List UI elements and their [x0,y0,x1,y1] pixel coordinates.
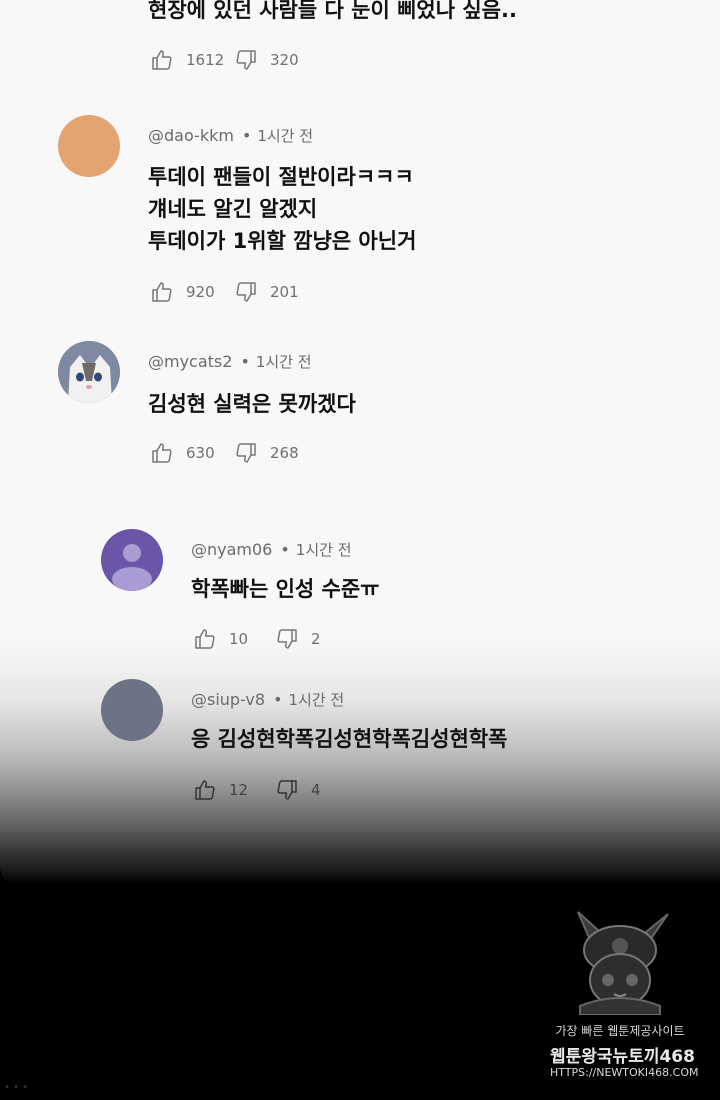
user-handle[interactable]: @mycats2 [148,352,232,371]
avatar[interactable] [58,341,120,403]
comment-text: 학폭빠는 인성 수준ㅠ [191,573,380,605]
avatar[interactable] [101,529,163,591]
comment-meta: @siup-v8 • 1시간 전 [191,690,345,709]
comment-line: 투데이가 1위할 깜냥은 아닌거 [148,229,417,253]
comment-line: 학폭빠는 인성 수준ㅠ [191,577,380,601]
like-count: 630 [186,444,215,462]
watermark-tagline: 가장 빠른 웹툰제공사이트 [555,1024,685,1038]
thumbs-up-icon [195,629,215,649]
page-dots: • • • [4,1082,29,1093]
dislike-count: 320 [270,51,299,69]
comment-line: 투데이 팬들이 절반이라ㅋㅋㅋ [148,165,414,189]
like-count: 1612 [186,51,225,69]
thumbs-up-icon [152,282,172,302]
comment-meta: @nyam06 • 1시간 전 [191,540,352,559]
user-handle[interactable]: @siup-v8 [191,690,265,709]
thumbs-up-icon [152,443,172,463]
thumbs-down-icon [236,443,256,463]
thumbs-up-icon [195,780,215,800]
thumbs-down-icon [236,282,256,302]
comment-line: 김성현 실력은 못까겠다 [148,392,356,416]
comment-text: 김성현 실력은 못까겠다 [148,388,356,420]
timestamp: 1시간 전 [255,353,312,371]
thumbs-down-icon [277,780,297,800]
comment-text: 투데이 팬들이 절반이라ㅋㅋㅋ 걔네도 알긴 알겠지 투데이가 1위할 깜냥은 … [148,161,416,257]
watermark-url: HTTPS://NEWTOKI468.COM [550,1066,699,1079]
comment-line: 응 김성현학폭김성현학폭김성현학폭 [191,727,508,751]
like-count: 12 [229,781,249,799]
thumbs-down-icon [277,629,297,649]
watermark-brand: 웹툰왕국뉴토끼468 [550,1047,695,1067]
avatar[interactable] [58,115,120,177]
timestamp: 1시간 전 [257,127,314,145]
user-handle[interactable]: @dao-kkm [148,126,234,145]
comment-meta: @mycats2 • 1시간 전 [148,352,312,371]
rabbit-mascot-logo [577,911,669,1015]
comment-meta: @dao-kkm • 1시간 전 [148,126,314,145]
watermark: 가장 빠른 웹툰제공사이트 웹툰왕국뉴토끼468 HTTPS://NEWTOKI… [550,910,699,1090]
dislike-count: 268 [270,444,299,462]
like-count: 920 [186,283,215,301]
like-count: 10 [229,630,249,648]
comment-line: 걔네도 알긴 알겠지 [148,197,318,221]
comment-text: 응 김성현학폭김성현학폭김성현학폭 [191,723,507,755]
dislike-count: 2 [311,630,321,648]
user-handle[interactable]: @nyam06 [191,540,272,559]
dislike-count: 4 [311,781,321,799]
thumbs-up-icon [152,50,172,70]
cat-photo-icon [58,341,120,403]
thumbs-down-icon [236,50,256,70]
person-icon [112,544,152,591]
comment-text: 현장에 있던 사람들 다 눈이 삐었나 싶음.. [148,0,517,26]
avatar[interactable] [101,679,163,741]
comment-line: 현장에 있던 사람들 다 눈이 삐었나 싶음.. [148,0,517,22]
timestamp: 1시간 전 [288,691,345,709]
timestamp: 1시간 전 [295,541,352,559]
dislike-count: 201 [270,283,299,301]
